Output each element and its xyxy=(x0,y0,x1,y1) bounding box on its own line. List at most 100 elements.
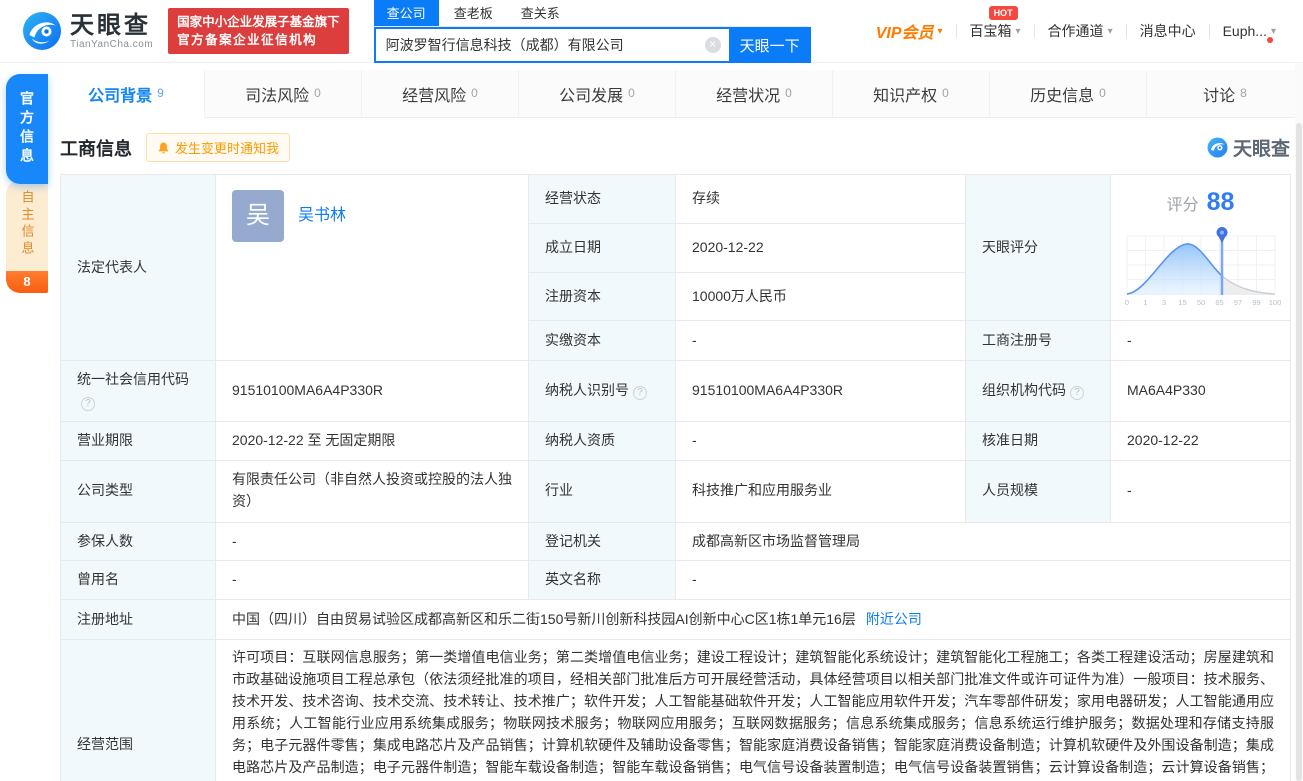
tab-count: 0 xyxy=(471,86,478,100)
svg-text:3: 3 xyxy=(1161,298,1165,307)
table-row: 参保人数 - 登记机关 成都高新区市场监督管理局 xyxy=(61,522,1291,561)
english-name-value: - xyxy=(676,561,1291,600)
svg-text:15: 15 xyxy=(1178,298,1186,307)
tab-company-development[interactable]: 公司发展0 xyxy=(519,70,676,118)
taxpayer-quality-value: - xyxy=(676,421,966,460)
svg-text:100: 100 xyxy=(1268,298,1281,307)
scrollbar[interactable] xyxy=(1295,63,1303,781)
svg-text:50: 50 xyxy=(1196,298,1204,307)
header-nav: VIP会员 ▾ HOT 百宝箱 ▾ 合作通道 ▾ 消息中心 Euph... ▾ xyxy=(863,0,1289,62)
reg-capital-label: 注册资本 xyxy=(529,272,676,321)
tab-intellectual-property[interactable]: 知识产权0 xyxy=(833,70,990,118)
table-row: 曾用名 - 英文名称 - xyxy=(61,561,1291,600)
section-title: 工商信息 xyxy=(60,135,132,161)
business-info-table: 法定代表人 吴 吴书林 经营状态 存续 天眼评分 评分 88 xyxy=(60,174,1291,781)
nav-user[interactable]: Euph... ▾ xyxy=(1210,23,1289,39)
help-icon[interactable]: ? xyxy=(81,397,95,411)
nav-partner-label: 合作通道 xyxy=(1048,21,1104,41)
tab-history-info[interactable]: 历史信息0 xyxy=(990,70,1147,118)
table-row: 法定代表人 吴 吴书林 经营状态 存续 天眼评分 评分 88 xyxy=(61,175,1291,224)
side-tab-official-label: 官方信息 xyxy=(17,91,37,167)
search-button[interactable]: 天眼一下 xyxy=(729,27,811,63)
tab-count: 0 xyxy=(628,86,635,100)
legal-rep-avatar[interactable]: 吴 xyxy=(232,190,284,242)
address-label: 注册地址 xyxy=(61,599,216,639)
score-distribution-chart: 0 1 3 15 50 85 97 99 100 xyxy=(1119,222,1283,308)
score-marker-pin xyxy=(1216,227,1227,243)
tab-count: 0 xyxy=(314,86,321,100)
svg-text:99: 99 xyxy=(1252,298,1260,307)
side-tab-official-info[interactable]: 官方信息 xyxy=(6,74,48,184)
tab-count: 0 xyxy=(1099,86,1106,100)
tab-operation-status[interactable]: 经营状况0 xyxy=(676,70,833,118)
search-tab-company[interactable]: 查公司 xyxy=(374,0,439,26)
logo-title: 天眼查 xyxy=(70,13,153,39)
certification-line1: 国家中小企业发展子基金旗下 xyxy=(177,13,340,31)
help-icon[interactable]: ? xyxy=(1070,386,1084,400)
nav-messages[interactable]: 消息中心 xyxy=(1127,21,1209,41)
paid-capital-value: - xyxy=(676,321,966,361)
tab-discussion[interactable]: 讨论8 xyxy=(1147,70,1303,118)
chevron-down-icon: ▾ xyxy=(1016,26,1021,37)
nav-toolbox[interactable]: HOT 百宝箱 ▾ xyxy=(957,21,1034,41)
table-row: 营业期限 2020-12-22 至 无固定期限 纳税人资质 - 核准日期 202… xyxy=(61,421,1291,460)
nearby-companies-link[interactable]: 附近公司 xyxy=(866,611,922,627)
staff-value: - xyxy=(1111,460,1291,522)
nav-partner[interactable]: 合作通道 ▾ xyxy=(1035,21,1126,41)
tab-judicial-risk[interactable]: 司法风险0 xyxy=(205,70,362,118)
nav-messages-label: 消息中心 xyxy=(1140,21,1196,41)
reg-number-label: 工商注册号 xyxy=(966,321,1111,361)
taxpayer-id-value: 91510100MA6A4P330R xyxy=(676,361,966,421)
tab-company-background[interactable]: 公司背景9 xyxy=(48,70,205,118)
term-label: 营业期限 xyxy=(61,421,216,460)
certification-line2: 官方备案企业征信机构 xyxy=(177,31,340,49)
former-name-value: - xyxy=(216,561,529,600)
scrollbar-thumb[interactable] xyxy=(1296,123,1302,781)
search-tab-boss[interactable]: 查老板 xyxy=(441,0,506,26)
svg-text:97: 97 xyxy=(1233,298,1241,307)
content: 工商信息 发生变更时通知我 天眼查 xyxy=(48,133,1303,781)
table-row: 统一社会信用代码? 91510100MA6A4P330R 纳税人识别号? 915… xyxy=(61,361,1291,421)
bell-icon xyxy=(157,141,170,155)
nav-vip[interactable]: VIP会员 ▾ xyxy=(863,19,956,43)
score-chart-cell: 评分 88 xyxy=(1111,175,1291,321)
svg-text:85: 85 xyxy=(1215,298,1223,307)
section-head: 工商信息 发生变更时通知我 天眼查 xyxy=(60,133,1290,162)
legal-rep-cell: 吴 吴书林 xyxy=(216,175,529,361)
hot-badge: HOT xyxy=(989,6,1018,20)
score-value: 88 xyxy=(1207,183,1235,222)
watermark-text: 天眼查 xyxy=(1233,134,1290,161)
approval-date-label: 核准日期 xyxy=(966,421,1111,460)
score-caption: 评分 xyxy=(1167,194,1199,219)
nav-toolbox-label: 百宝箱 xyxy=(970,21,1012,41)
clear-search-icon[interactable]: × xyxy=(705,37,721,53)
tab-count: 0 xyxy=(942,86,949,100)
help-icon[interactable]: ? xyxy=(633,386,647,400)
side-tab-self-label: 自主信息 xyxy=(18,190,37,258)
english-name-label: 英文名称 xyxy=(529,561,676,600)
tab-operation-risk[interactable]: 经营风险0 xyxy=(362,70,519,118)
search-input[interactable] xyxy=(374,27,729,63)
legal-rep-label: 法定代表人 xyxy=(61,175,216,361)
company-type-label: 公司类型 xyxy=(61,460,216,522)
watermark-logo: 天眼查 xyxy=(1207,134,1290,161)
staff-label: 人员规模 xyxy=(966,460,1111,522)
reg-capital-value: 10000万人民币 xyxy=(676,272,966,321)
insured-value: - xyxy=(216,522,529,561)
scope-value: 许可项目：互联网信息服务；第一类增值电信业务；第二类增值电信业务；建设工程设计；… xyxy=(216,639,1291,781)
reg-number-value: - xyxy=(1111,321,1291,361)
tianyancha-logo[interactable]: 天眼查 TianYanCha.com xyxy=(22,11,153,51)
legal-rep-name-link[interactable]: 吴书林 xyxy=(298,204,346,229)
header: 天眼查 TianYanCha.com 国家中小企业发展子基金旗下 官方备案企业征… xyxy=(0,0,1303,63)
search-tab-relation[interactable]: 查关系 xyxy=(508,0,573,26)
search-area: 查公司 查老板 查关系 × 天眼一下 xyxy=(374,0,811,63)
svg-text:0: 0 xyxy=(1124,298,1128,307)
scope-label: 经营范围 xyxy=(61,639,216,781)
side-tab-self-info[interactable]: 自主信息 8 xyxy=(6,180,48,293)
tianyancha-logo-icon xyxy=(22,11,62,51)
registry-label: 登记机关 xyxy=(529,522,676,561)
nav-user-label: Euph... xyxy=(1223,23,1267,39)
company-type-value: 有限责任公司（非自然人投资或控股的法人独资） xyxy=(216,460,529,522)
notify-change-button[interactable]: 发生变更时通知我 xyxy=(146,133,290,162)
nav-vip-label: VIP会员 xyxy=(876,19,934,43)
